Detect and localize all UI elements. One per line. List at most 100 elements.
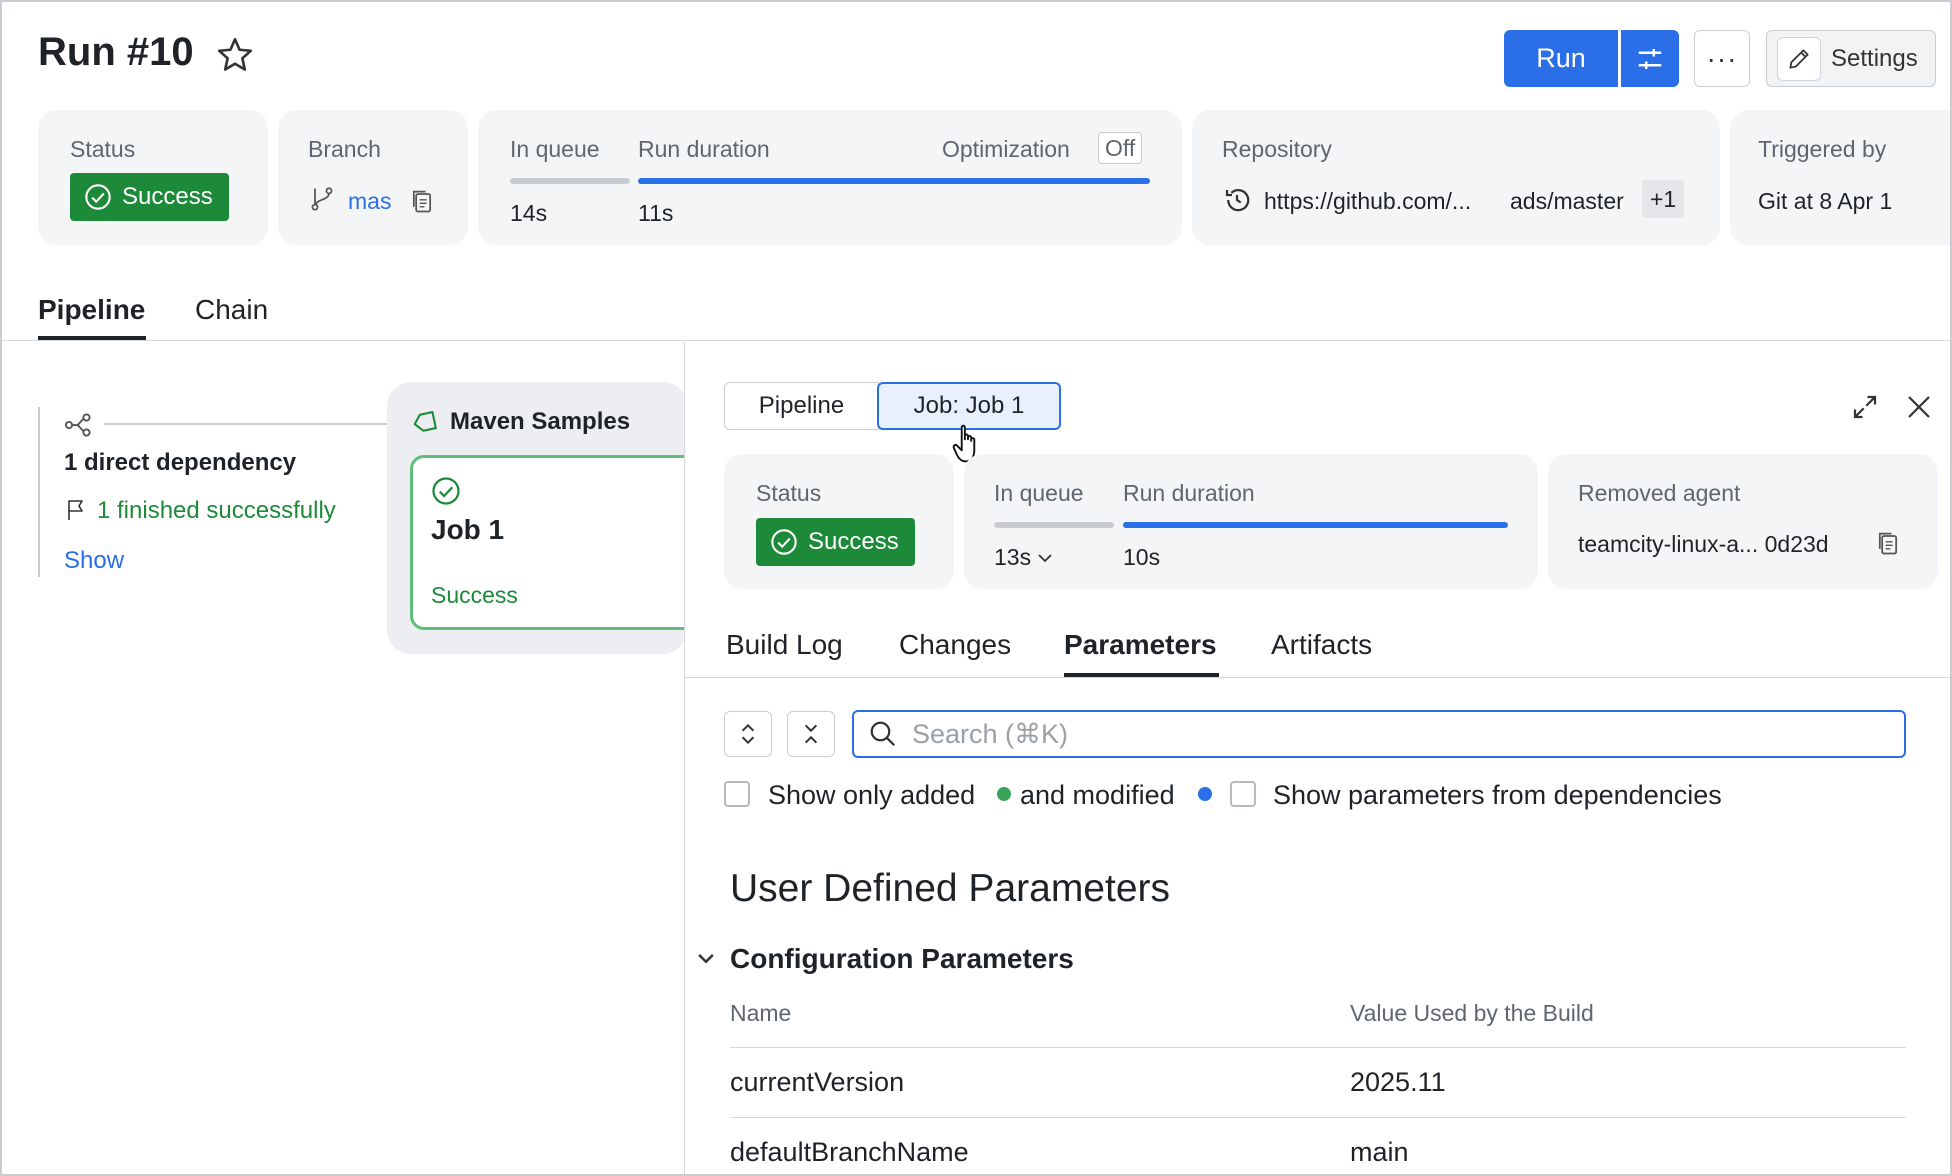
filter-dependencies-checkbox[interactable] — [1230, 781, 1256, 807]
group-name[interactable]: Maven Samples — [450, 408, 630, 436]
param-value: 2025.11 — [1350, 1067, 1446, 1097]
history-icon — [1225, 189, 1250, 212]
agent-label: Removed agent — [1578, 480, 1741, 506]
expand-all-button[interactable] — [724, 711, 772, 757]
dependencies-icon — [64, 413, 91, 437]
agent-card: Removed agent teamcity-linux-a... 0d23d — [1548, 454, 1938, 589]
sliders-icon — [1638, 48, 1662, 69]
triggered-value: Git at 8 Apr 1 — [1758, 188, 1893, 214]
section-title: User Defined Parameters — [730, 867, 1171, 910]
panel-duration-value: 10s — [1123, 544, 1161, 570]
panel-status-card: Status Success — [724, 454, 954, 589]
queue-value: 14s — [510, 200, 548, 226]
panel-duration-bar — [1123, 522, 1508, 528]
search-icon — [870, 721, 896, 747]
collapse-vertical-icon — [804, 724, 818, 744]
optimization-label: Optimization — [942, 136, 1070, 162]
panel-status-value: Success — [808, 528, 899, 555]
tab-changes[interactable]: Changes — [899, 629, 1011, 661]
repository-branch: ads/master — [1510, 188, 1624, 214]
column-value-header: Value Used by the Build — [1350, 1000, 1594, 1026]
repository-more-badge[interactable]: +1 — [1642, 180, 1685, 218]
pencil-icon — [1777, 36, 1821, 81]
agent-value: teamcity-linux-a... 0d23d — [1578, 531, 1829, 557]
triggered-label: Triggered by — [1758, 136, 1887, 162]
settings-button[interactable]: Settings — [1766, 30, 1936, 87]
dependency-connector — [104, 423, 388, 425]
duration-value: 11s — [638, 200, 674, 226]
page-title: Run #10 — [38, 30, 194, 74]
param-name: defaultBranchName — [730, 1137, 969, 1167]
dependency-line — [38, 407, 40, 577]
filter-dependencies-label: Show parameters from dependencies — [1273, 780, 1722, 810]
flag-icon — [68, 500, 83, 520]
table-header-divider — [730, 1047, 1906, 1048]
repository-card: Repository https://github.com/... ads/ma… — [1192, 110, 1720, 245]
timing-card: In queue Run duration Optimization Off 1… — [478, 110, 1182, 245]
close-icon[interactable] — [1904, 392, 1934, 422]
tabs-divider — [2, 340, 1950, 341]
copy-icon[interactable] — [408, 186, 436, 216]
panel-tabs-divider — [684, 677, 1950, 678]
panel-queue-value[interactable]: 13s — [994, 544, 1053, 571]
more-button[interactable]: ··· — [1694, 30, 1750, 87]
search-input[interactable]: Search (⌘K) — [852, 710, 1906, 758]
tab-build-log[interactable]: Build Log — [726, 629, 843, 661]
branch-label: Branch — [308, 136, 381, 162]
tab-artifacts[interactable]: Artifacts — [1271, 629, 1372, 661]
param-value: main — [1350, 1137, 1409, 1167]
queue-label: In queue — [510, 136, 600, 162]
expand-icon[interactable] — [1850, 392, 1880, 422]
filter-added-label: Show only added — [768, 780, 976, 810]
panel-timing-card: In queue Run duration 13s 10s — [964, 454, 1538, 589]
param-name: currentVersion — [730, 1067, 905, 1097]
job-status: Success — [431, 582, 518, 608]
check-circle-icon — [771, 529, 797, 555]
star-icon[interactable] — [214, 34, 256, 76]
panel-queue-bar — [994, 522, 1114, 528]
queue-bar — [510, 178, 630, 184]
finished-status[interactable]: 1 finished successfully — [97, 497, 336, 525]
chevron-down-icon[interactable] — [695, 948, 717, 970]
repository-url[interactable]: https://github.com/... — [1264, 188, 1471, 215]
triggered-card: Triggered by Git at 8 Apr 1 — [1730, 110, 1950, 245]
panel-duration-label: Run duration — [1123, 480, 1255, 506]
search-placeholder: Search (⌘K) — [912, 718, 1069, 749]
show-link[interactable]: Show — [64, 547, 124, 575]
branch-icon — [311, 187, 333, 211]
optimization-toggle[interactable]: Off — [1098, 132, 1143, 164]
copy-icon[interactable] — [1874, 528, 1902, 558]
tab-chain[interactable]: Chain — [195, 294, 268, 326]
subsection-title[interactable]: Configuration Parameters — [730, 943, 1074, 975]
chevron-down-icon — [1038, 554, 1053, 563]
table-row-divider — [730, 1117, 1906, 1118]
added-dot — [997, 787, 1011, 801]
panel-queue-text: 13s — [994, 544, 1032, 570]
panel-queue-label: In queue — [994, 480, 1084, 506]
panel-status-badge: Success — [756, 518, 915, 566]
tag-icon — [413, 411, 437, 432]
job-name: Job 1 — [431, 514, 505, 545]
segment-pipeline[interactable]: Pipeline — [724, 382, 879, 430]
collapse-all-button[interactable] — [787, 711, 835, 757]
filter-modified-label: and modified — [1020, 780, 1175, 810]
filter-added-checkbox[interactable] — [724, 781, 750, 807]
branch-link[interactable]: mas — [348, 188, 398, 215]
run-button[interactable]: Run — [1504, 30, 1618, 87]
status-card: Status Success — [38, 110, 268, 245]
dependency-count: 1 direct dependency — [64, 449, 297, 476]
repository-label: Repository — [1222, 136, 1332, 162]
branch-card: Branch mas — [278, 110, 468, 245]
tab-pipeline[interactable]: Pipeline — [38, 294, 145, 326]
status-label: Status — [70, 136, 136, 162]
tab-parameters[interactable]: Parameters — [1064, 629, 1217, 661]
duration-label: Run duration — [638, 136, 770, 162]
app-window: Run #10 Run ··· Settings Status Success … — [0, 0, 1952, 1176]
settings-label: Settings — [1831, 44, 1918, 72]
check-circle-icon — [432, 477, 460, 505]
job-card[interactable]: Job 1 Success — [410, 455, 710, 630]
run-options-button[interactable] — [1621, 30, 1679, 87]
modified-dot — [1198, 787, 1212, 801]
status-badge: Success — [70, 173, 229, 221]
status-value: Success — [122, 183, 213, 210]
